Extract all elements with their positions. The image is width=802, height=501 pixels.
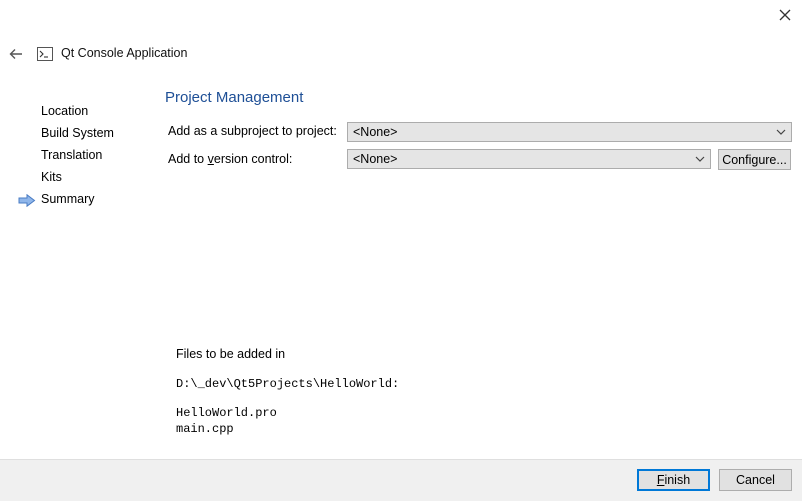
step-location: Location [41,104,89,118]
chevron-down-icon [695,156,705,162]
window-title: Qt Console Application [61,46,188,60]
version-control-combo[interactable]: <None> [347,149,711,169]
finish-button[interactable]: Finish [637,469,710,491]
step-summary: Summary [41,192,95,206]
back-button[interactable] [6,44,26,64]
file-item-cpp: main.cpp [176,422,234,436]
configure-button[interactable]: Configure... [718,149,791,170]
back-arrow-icon [9,49,22,59]
subproject-label: Add as a subproject to project: [168,124,337,138]
current-step-arrow-icon [18,194,36,207]
step-translation: Translation [41,148,103,162]
subproject-combo[interactable]: <None> [347,122,792,142]
chevron-down-icon [776,129,786,135]
version-control-label: Add to version control: [168,152,293,166]
version-control-value: <None> [353,152,398,166]
subproject-value: <None> [353,125,398,139]
cancel-button[interactable]: Cancel [719,469,792,491]
files-path: D:\_dev\Qt5Projects\HelloWorld: [176,377,400,391]
close-icon [779,9,791,21]
step-kits: Kits [41,170,62,184]
file-item-pro: HelloWorld.pro [176,406,277,420]
page-title: Project Management [165,89,304,106]
step-build-system: Build System [41,126,114,140]
console-app-icon [37,47,53,61]
close-button[interactable] [772,4,798,26]
files-heading: Files to be added in [176,347,286,361]
